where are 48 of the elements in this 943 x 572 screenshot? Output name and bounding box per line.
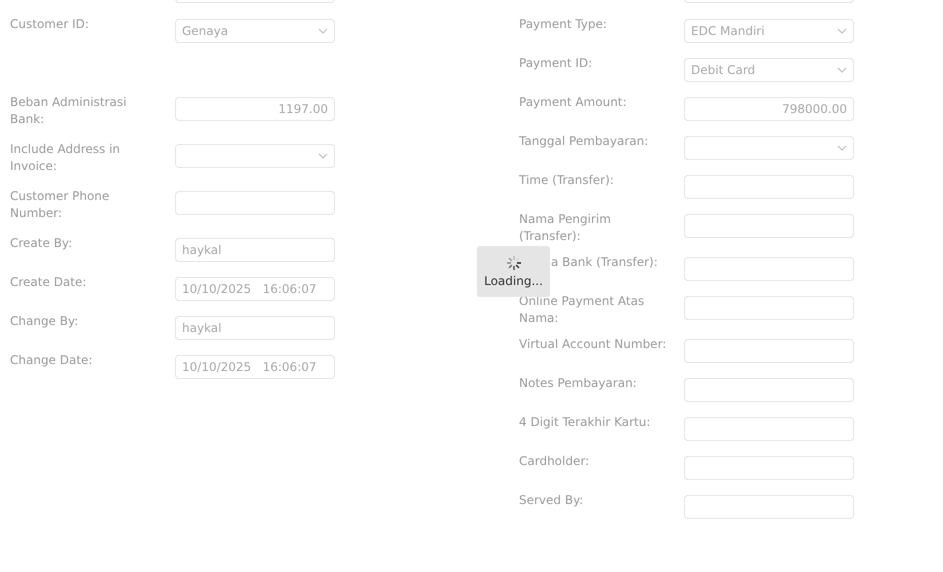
input-field[interactable]: 1197.00 [175, 97, 335, 121]
field-label: Customer ID: [10, 16, 89, 33]
input-field[interactable] [175, 191, 335, 215]
input-field[interactable]: 10/10/2025 16:06:07 [175, 277, 335, 301]
field-label: Cardholder: [519, 453, 590, 470]
field-label: Payment Amount: [519, 94, 627, 111]
input-field[interactable]: 798000.00 [684, 97, 854, 121]
input-field[interactable]: haykal [175, 238, 335, 262]
spinner-icon [506, 255, 522, 271]
field-label: Time (Transfer): [519, 172, 614, 189]
input-field[interactable] [684, 257, 854, 281]
field-label: Tanggal Pembayaran: [519, 133, 648, 150]
field-label: Nama Pengirim (Transfer): [519, 211, 612, 245]
field-label: a Bank (Transfer): [551, 254, 658, 271]
dropdown[interactable]: EDC Mandiri [684, 19, 854, 43]
input-field[interactable] [684, 378, 854, 402]
input-field[interactable]: haykal [175, 316, 335, 340]
input-field[interactable]: 10/10/2025 16:06:07 [175, 355, 335, 379]
field-label: Customer Phone Number: [10, 188, 110, 222]
chevron-down-icon [837, 145, 847, 151]
field-label: Payment Type: [519, 16, 607, 33]
chevron-down-icon [837, 67, 847, 73]
chevron-down-icon [837, 28, 847, 34]
dropdown[interactable] [175, 144, 335, 168]
field-label: Include Address in Invoice: [10, 141, 122, 175]
dropdown[interactable]: Genaya [175, 19, 335, 43]
field-label: Beban Administrasi Bank: [10, 94, 128, 128]
field-label: Create Date: [10, 274, 86, 291]
input-field[interactable] [684, 456, 854, 480]
input-field[interactable] [684, 339, 854, 363]
dropdown[interactable]: Debit Card [684, 58, 854, 82]
dropdown[interactable] [684, 136, 854, 160]
chevron-down-icon [318, 153, 328, 159]
input-field[interactable] [684, 495, 854, 519]
field-label: 4 Digit Terakhir Kartu: [519, 414, 650, 431]
field-label: Notes Pembayaran: [519, 375, 637, 392]
input-field[interactable] [684, 417, 854, 441]
field-label: Change By: [10, 313, 78, 330]
field-label: Virtual Account Number: [519, 336, 666, 353]
field-label: Served By: [519, 492, 584, 509]
input-field[interactable] [684, 214, 854, 238]
input-field[interactable] [684, 175, 854, 199]
input-field[interactable] [684, 296, 854, 320]
chevron-down-icon [318, 28, 328, 34]
field-label: Payment ID: [519, 55, 592, 72]
loading-text: Loading... [484, 274, 543, 288]
field-label: Create By: [10, 235, 72, 252]
field-label: Change Date: [10, 352, 92, 369]
